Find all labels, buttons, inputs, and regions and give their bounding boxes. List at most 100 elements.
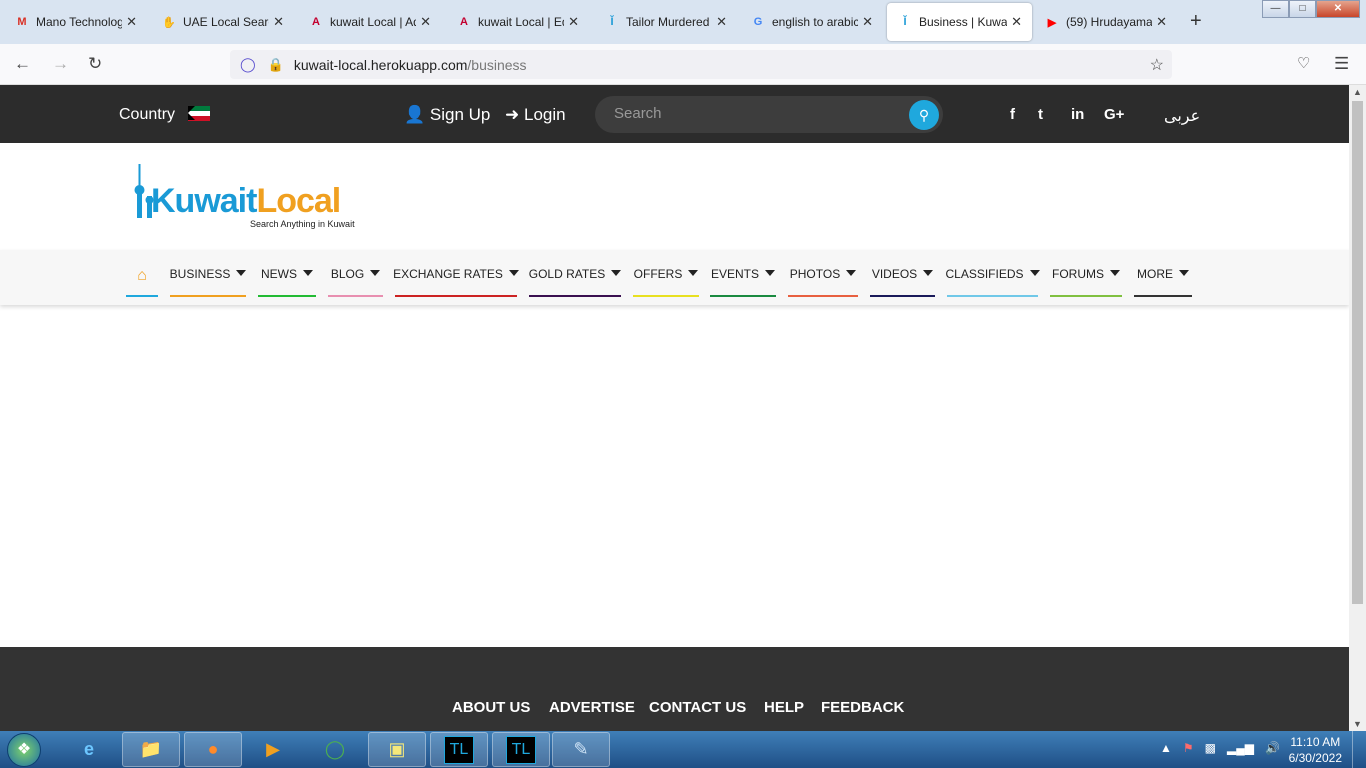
internet-explorer-icon[interactable]: e <box>60 732 118 767</box>
close-tab-icon[interactable]: ✕ <box>568 14 579 30</box>
menu-item-underline <box>1050 295 1122 297</box>
page-scrollbar[interactable]: ▲ ▼ <box>1349 85 1366 731</box>
menu-item-label: EVENTS <box>710 267 759 281</box>
device-icon[interactable]: ▩ <box>1205 741 1216 755</box>
windows-taskbar: ❖ e 📁 ● ▶ ◯ ▣ TL TL ✎ ▲ ⚑ ▩ ▂▄▆ 🔊 11:10 … <box>0 731 1366 768</box>
close-tab-icon[interactable]: ✕ <box>862 14 873 30</box>
footer-link-feedback[interactable]: FEEDBACK <box>821 699 904 716</box>
system-clock[interactable]: 11:10 AM 6/30/2022 <box>1289 734 1342 766</box>
footer-link-contact-us[interactable]: CONTACT US <box>649 699 746 716</box>
linkedin-icon[interactable]: in <box>1071 106 1084 123</box>
kuwait-flag-icon[interactable] <box>188 106 210 121</box>
browser-tab[interactable]: ✋ UAE Local Search ✕ <box>151 4 294 40</box>
close-window-button[interactable]: ✕ <box>1316 0 1360 18</box>
tl-app-icon-2[interactable]: TL <box>492 732 550 767</box>
start-button[interactable]: ❖ <box>7 733 41 767</box>
browser-tab[interactable]: ▶ (59) Hrudayama ✕ <box>1034 4 1177 40</box>
facebook-icon[interactable]: f <box>1010 106 1015 123</box>
signup-link[interactable]: 👤 Sign Up <box>404 105 490 125</box>
menu-item-photos[interactable]: PHOTOS <box>788 267 858 297</box>
login-link[interactable]: ➜ Login <box>505 105 566 125</box>
menu-home[interactable]: ⌂ <box>126 267 158 297</box>
menu-item-events[interactable]: EVENTS <box>710 267 776 297</box>
pocket-icon[interactable]: ♡ <box>1297 54 1310 72</box>
logo-word-kuwait: Kuwait <box>151 182 257 220</box>
tower-icon: Ĭ <box>610 16 614 28</box>
firefox-icon[interactable]: ● <box>184 732 242 767</box>
close-tab-icon[interactable]: ✕ <box>1011 14 1022 30</box>
menu-item-classifieds[interactable]: CLASSIFIEDS <box>945 267 1040 297</box>
lock-icon[interactable]: 🔒 <box>268 57 284 73</box>
caret-down-icon <box>370 270 381 276</box>
site-logo[interactable]: KuwaitLocal Search Anything in Kuwait <box>133 160 373 232</box>
menu-item-blog[interactable]: BLOG <box>328 267 383 297</box>
back-arrow-icon[interactable]: ← <box>14 54 31 74</box>
tray-expand-icon[interactable]: ▲ <box>1160 741 1172 755</box>
menu-item-gold-rates[interactable]: GOLD RATES <box>528 267 622 297</box>
minimize-button[interactable]: — <box>1262 0 1289 18</box>
footer-link-about-us[interactable]: ABOUT US <box>452 699 530 716</box>
browser-tab[interactable]: Akuwait Local | Edi ✕ <box>446 4 589 40</box>
tower-icon: Ĭ <box>903 16 907 28</box>
maximize-button[interactable]: □ <box>1289 0 1316 18</box>
browser-nav-bar: ← → ↻ ◯ 🔒 kuwait-local.herokuapp.com/bus… <box>0 44 1366 85</box>
menu-item-more[interactable]: MORE <box>1134 267 1192 297</box>
scroll-up-arrow-icon[interactable]: ▲ <box>1353 87 1362 97</box>
browser-tab[interactable]: Genglish to arabic ✕ <box>740 4 883 40</box>
menu-item-label: CLASSIFIEDS <box>945 267 1024 281</box>
google-icon: G <box>753 16 763 28</box>
search-input[interactable] <box>614 105 894 122</box>
scroll-down-arrow-icon[interactable]: ▼ <box>1353 719 1362 729</box>
menu-item-business[interactable]: BUSINESS <box>170 267 247 297</box>
browser-tab[interactable]: Akuwait Local | Ad ✕ <box>298 4 441 40</box>
scrollbar-thumb[interactable] <box>1352 101 1363 604</box>
gmail-icon: M <box>17 16 27 28</box>
google-plus-icon[interactable]: G+ <box>1104 106 1124 123</box>
menu-item-videos[interactable]: VIDEOS <box>870 267 935 297</box>
sticky-notes-icon[interactable]: ▣ <box>368 732 426 767</box>
arabic-language-link[interactable]: عربى <box>1164 106 1200 126</box>
file-explorer-icon[interactable]: 📁 <box>122 732 180 767</box>
main-menu: ⌂ BUSINESS NEWS BLOG EXCHANGE RATES GOLD RAT… <box>0 250 1349 305</box>
network-signal-icon[interactable]: ▂▄▆ <box>1227 741 1254 755</box>
tab-title: Tailor Murdered I <box>626 15 713 29</box>
browser-tab-strip: MMano Technolog✕✋UAE Local Search✕Akuwai… <box>0 0 1366 44</box>
country-selector[interactable]: Country <box>119 106 175 124</box>
media-player-icon[interactable]: ▶ <box>244 732 302 767</box>
shield-icon[interactable]: ◯ <box>240 56 256 73</box>
reload-icon[interactable]: ↻ <box>88 54 102 74</box>
bookmark-star-icon[interactable]: ☆ <box>1150 55 1164 75</box>
volume-icon[interactable]: 🔊 <box>1265 741 1280 755</box>
menu-item-underline <box>328 295 383 297</box>
menu-item-exchange-rates[interactable]: EXCHANGE RATES <box>393 267 519 297</box>
youtube-icon: ▶ <box>1047 16 1057 29</box>
footer-link-help[interactable]: HELP <box>764 699 804 716</box>
chrome-icon[interactable]: ◯ <box>306 732 364 767</box>
menu-item-news[interactable]: NEWS <box>258 267 316 297</box>
close-tab-icon[interactable]: ✕ <box>1156 14 1167 30</box>
address-bar[interactable]: ◯ 🔒 kuwait-local.herokuapp.com/business … <box>230 50 1172 79</box>
close-tab-icon[interactable]: ✕ <box>273 14 284 30</box>
menu-icon[interactable]: ☰ <box>1334 54 1349 74</box>
footer-link-advertise[interactable]: ADVERTISE <box>549 699 635 716</box>
twitter-icon[interactable]: t <box>1038 106 1043 123</box>
menu-item-label: BLOG <box>330 267 365 281</box>
caret-down-icon <box>303 270 313 276</box>
menu-item-offers[interactable]: OFFERS <box>633 267 699 297</box>
browser-tab[interactable]: Ĭ Tailor Murdered I ✕ <box>594 4 737 40</box>
search-button[interactable]: ⚲ <box>909 100 939 130</box>
new-tab-button[interactable]: + <box>1190 10 1202 33</box>
forward-arrow-icon[interactable]: → <box>52 54 69 74</box>
tl-app-icon[interactable]: TL <box>430 732 488 767</box>
action-center-flag-icon[interactable]: ⚑ <box>1183 741 1194 755</box>
notepad-icon[interactable]: ✎ <box>552 732 610 767</box>
show-desktop-button[interactable] <box>1352 731 1366 768</box>
menu-item-label: MORE <box>1137 267 1173 281</box>
close-tab-icon[interactable]: ✕ <box>126 14 137 30</box>
browser-tab[interactable]: Ĭ Business | Kuwait ✕ <box>887 3 1032 41</box>
menu-item-label: GOLD RATES <box>528 267 606 281</box>
close-tab-icon[interactable]: ✕ <box>420 14 431 30</box>
close-tab-icon[interactable]: ✕ <box>716 14 727 30</box>
menu-item-forums[interactable]: FORUMS <box>1050 267 1122 297</box>
browser-tab[interactable]: M Mano Technolog ✕ <box>4 4 147 40</box>
